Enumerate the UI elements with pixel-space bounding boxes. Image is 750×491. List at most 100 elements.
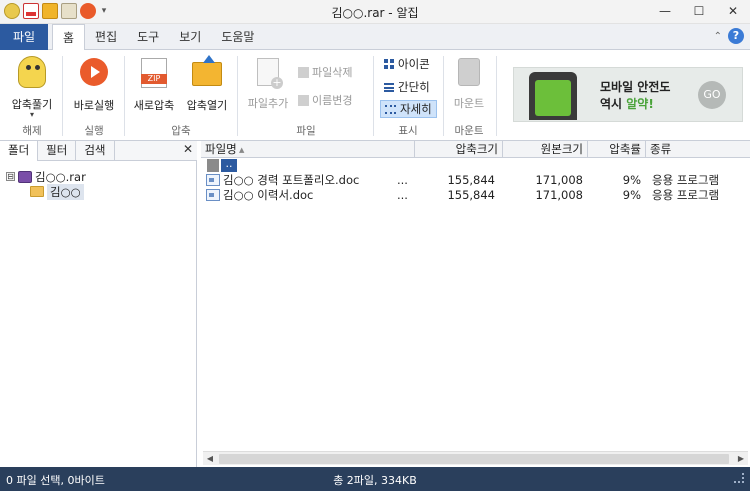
run-button[interactable]: 바로실행 [66, 58, 122, 113]
extract-button[interactable]: 압축풀기 ▾ [4, 56, 60, 119]
view-simple-button[interactable]: 간단히 [380, 78, 434, 96]
tab-filter[interactable]: 필터 [38, 141, 77, 161]
file-list: 파일명 압축크기 원본크기 압축률 종류 .. 김○○ 경력 포트폴리오.doc… [201, 141, 750, 467]
ad-go-button[interactable]: GO [698, 81, 726, 109]
ribbon: 압축풀기 ▾ 해제 바로실행 실행 새로압축 압축열기 압축 파일추가 파일삭제… [0, 50, 750, 141]
table-row[interactable]: 김○○ 이력서.doc ... 155,844 171,008 9% 응용 프로… [201, 188, 750, 203]
file-ellipsis: ... [397, 173, 408, 187]
scroll-thumb[interactable] [219, 454, 729, 464]
file-type: 응용 프로그램 [652, 173, 720, 187]
horizontal-scrollbar[interactable]: ◀ ▶ [203, 451, 748, 465]
minimize-button[interactable]: — [648, 0, 682, 24]
disk-icon [458, 58, 480, 86]
tab-home[interactable]: 홈 [52, 24, 86, 51]
tab-tools[interactable]: 도구 [127, 24, 169, 50]
mount-button[interactable]: 마운트 [446, 58, 492, 111]
window-controls: — ☐ ✕ [648, 0, 750, 24]
grid-icon [384, 59, 394, 69]
file-original-size: 171,008 [535, 188, 583, 202]
resize-grip-icon[interactable] [734, 473, 744, 483]
new-archive-label: 새로압축 [133, 99, 175, 112]
file-ratio: 9% [622, 188, 641, 202]
tab-folder[interactable]: 폴더 [0, 141, 39, 161]
open-folder-icon [192, 55, 222, 86]
collapse-toggle-icon[interactable]: ⊟ [6, 172, 15, 181]
archive-summary: 총 2파일, 334KB [333, 474, 417, 487]
zip-file-icon [141, 58, 167, 88]
parent-folder-label: .. [221, 158, 237, 172]
separator [237, 56, 238, 136]
ribbon-tab-bar: 파일 홈 편집 도구 보기 도움말 ⌃ ? [0, 24, 750, 51]
file-packed-size: 155,844 [447, 188, 495, 202]
parent-folder-row[interactable]: .. [201, 158, 750, 173]
help-icon[interactable]: ? [728, 28, 744, 44]
rename-label: 이름변경 [312, 94, 353, 107]
play-icon [80, 58, 108, 86]
column-ratio[interactable]: 압축률 [588, 141, 646, 158]
view-detail-button[interactable]: 자세히 [380, 100, 437, 118]
separator [443, 56, 444, 136]
tab-edit[interactable]: 편집 [85, 24, 127, 50]
scroll-left-icon[interactable]: ◀ [203, 452, 217, 466]
column-type[interactable]: 종류 [646, 141, 750, 158]
extract-mascot-icon [18, 56, 46, 88]
file-rows: .. 김○○ 경력 포트폴리오.doc ... 155,844 171,008 … [201, 158, 750, 203]
ad-banner[interactable]: 모바일 안전도 역시 알약! GO [513, 67, 743, 122]
maximize-button[interactable]: ☐ [682, 0, 716, 24]
left-panel: 폴더 필터 검색 ✕ ⊟ 김○○.rar 김○○ [0, 141, 197, 467]
tree-root[interactable]: ⊟ 김○○.rar [6, 169, 86, 184]
close-button[interactable]: ✕ [716, 0, 750, 24]
group-label-compress: 압축 [171, 125, 191, 137]
scroll-right-icon[interactable]: ▶ [734, 452, 748, 466]
status-bar: 0 파일 선택, 0바이트 총 2파일, 334KB [0, 467, 750, 491]
table-row[interactable]: 김○○ 경력 포트폴리오.doc ... 155,844 171,008 9% … [201, 173, 750, 188]
detail-list-icon [385, 104, 396, 114]
delete-file-label: 파일삭제 [312, 66, 353, 79]
group-label-display: 표시 [398, 125, 418, 137]
folder-tree: ⊟ 김○○.rar 김○○ [6, 169, 86, 200]
group-label-file: 파일 [296, 125, 316, 137]
file-ellipsis: ... [397, 188, 408, 202]
left-panel-tabs: 폴더 필터 검색 ✕ [0, 141, 197, 161]
ad-line-2: 역시 알약! [600, 97, 654, 111]
group-label-extract: 해제 [22, 125, 42, 137]
tab-help[interactable]: 도움말 [211, 24, 264, 50]
title-bar: ▾ 김○○.rar - 알집 — ☐ ✕ [0, 0, 750, 24]
tab-view[interactable]: 보기 [169, 24, 211, 50]
open-archive-label: 압축열기 [186, 99, 228, 112]
phone-icon [529, 72, 577, 120]
tree-root-label: 김○○.rar [35, 169, 86, 184]
rename-button[interactable]: 이름변경 [298, 92, 352, 108]
file-name: 김○○ 이력서.doc [223, 188, 314, 202]
tree-child-folder[interactable]: 김○○ [30, 183, 86, 200]
view-icon-button[interactable]: 아이콘 [380, 55, 434, 73]
file-icon [206, 174, 220, 186]
column-filename[interactable]: 파일명 [201, 141, 415, 158]
file-ratio: 9% [622, 173, 641, 187]
file-packed-size: 155,844 [447, 173, 495, 187]
separator [496, 56, 497, 136]
tab-search[interactable]: 검색 [76, 141, 115, 161]
group-label-mount: 마운트 [454, 125, 484, 137]
rename-icon [298, 94, 309, 106]
extract-dropdown-icon[interactable]: ▾ [4, 111, 60, 119]
column-packed-size[interactable]: 압축크기 [415, 141, 503, 158]
collapse-ribbon-icon[interactable]: ⌃ [714, 31, 722, 42]
new-archive-button[interactable]: 새로압축 [128, 58, 180, 113]
delete-file-button[interactable]: 파일삭제 [298, 64, 352, 80]
tab-file[interactable]: 파일 [0, 24, 48, 50]
column-original-size[interactable]: 원본크기 [503, 141, 588, 158]
file-list-header: 파일명 압축크기 원본크기 압축률 종류 [201, 141, 750, 158]
view-simple-label: 간단히 [398, 80, 430, 94]
add-file-button[interactable]: 파일추가 [241, 58, 295, 111]
file-type: 응용 프로그램 [652, 188, 720, 202]
open-archive-button[interactable]: 압축열기 [180, 55, 234, 113]
trash-icon [298, 66, 309, 78]
parent-folder-icon [207, 159, 219, 172]
file-name: 김○○ 경력 포트폴리오.doc [223, 173, 360, 187]
view-icon-label: 아이콘 [398, 57, 430, 71]
close-panel-icon[interactable]: ✕ [183, 142, 193, 156]
file-icon [206, 189, 220, 201]
add-file-icon [257, 58, 283, 89]
run-label: 바로실행 [73, 99, 115, 112]
